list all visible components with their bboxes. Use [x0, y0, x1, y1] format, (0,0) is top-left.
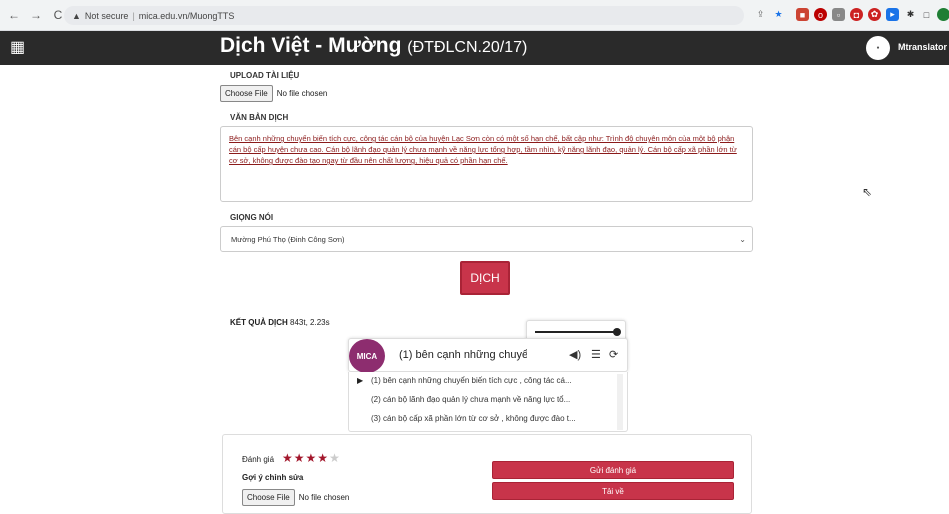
url-separator: | [132, 10, 135, 21]
playlist-item[interactable]: (2) cán bộ lãnh đạo quản lý chưa mạnh về… [371, 395, 570, 404]
browser-toolbar: ← → C ▲ Not secure | mica.edu.vn/MuongTT… [0, 0, 949, 31]
warning-icon: ▲ [72, 10, 81, 21]
playlist-icon[interactable]: ☰ [591, 348, 601, 361]
result-stats: 843t, 2.23s [290, 318, 330, 327]
playlist: ▶ (1) bên cạnh những chuyển biến tích cự… [348, 372, 628, 432]
url-text: mica.edu.vn/MuongTTS [138, 10, 235, 21]
title-code: (ĐTĐLCN.20/17) [407, 39, 528, 56]
volume-slider-handle[interactable] [613, 328, 621, 336]
playlist-item[interactable]: (1) bên cạnh những chuyển biến tích cực … [371, 376, 572, 385]
audio-player: MICA (1) bên cạnh những chuyển biế ◀︎) ☰… [348, 338, 628, 373]
suggest-file-row: Choose File No file chosen [242, 489, 349, 506]
extension-icon[interactable]: ▫ [832, 8, 845, 21]
extension-icon[interactable]: ▸ [886, 8, 899, 21]
avatar[interactable]: ● [866, 36, 890, 60]
playlist-scrollbar[interactable] [617, 374, 623, 430]
voice-selected: Mường Phú Thọ (Đinh Công Sơn) [231, 235, 345, 244]
forward-icon[interactable]: → [28, 7, 44, 23]
extension-icon[interactable]: o [814, 8, 827, 21]
back-icon[interactable]: ← [6, 7, 22, 23]
source-label: VĂN BẢN DỊCH [230, 113, 289, 122]
profile-icon[interactable] [937, 8, 949, 21]
download-button[interactable]: Tải về [492, 482, 734, 500]
mica-logo: MICA [349, 339, 385, 373]
translate-button[interactable]: DỊCH [460, 261, 510, 295]
suggest-label: Gợi ý chỉnh sửa [242, 473, 304, 482]
suggest-choose-file-button[interactable]: Choose File [242, 489, 295, 506]
volume-slider-track[interactable] [535, 331, 615, 333]
play-indicator-icon: ▶ [357, 376, 364, 385]
repeat-icon[interactable]: ⟳ [609, 348, 618, 361]
upload-file-row: Choose File No file chosen [220, 85, 327, 102]
extensions-puzzle-icon[interactable]: ✱ [904, 8, 917, 21]
result-label: KẾT QUẢ DỊCH 843t, 2.23s [230, 318, 330, 327]
upload-label: UPLOAD TÀI LIỆU [230, 71, 300, 80]
bookmark-star-icon[interactable]: ★ [772, 8, 785, 21]
file-status: No file chosen [276, 89, 328, 98]
volume-icon[interactable]: ◀︎) [569, 348, 581, 361]
site-header: ▦ Dịch Việt - Mường (ĐTĐLCN.20/17) ● Mtr… [0, 31, 949, 65]
address-bar[interactable]: ▲ Not secure | mica.edu.vn/MuongTTS [64, 6, 744, 25]
star-icon: ★ [305, 451, 318, 465]
chevron-down-icon: ⌄ [739, 235, 746, 244]
rating-stars[interactable]: ★★★★★ [282, 451, 341, 465]
sidebar-icon[interactable]: □ [920, 8, 933, 21]
result-label-text: KẾT QUẢ DỊCH [230, 318, 288, 327]
title-text: Dịch Việt - Mường [220, 34, 402, 57]
page-title: Dịch Việt - Mường (ĐTĐLCN.20/17) [220, 34, 527, 58]
extension-icon[interactable]: ■ [796, 8, 809, 21]
submit-rating-button[interactable]: Gửi đánh giá [492, 461, 734, 479]
now-playing-title: (1) bên cạnh những chuyển biế [399, 349, 527, 361]
security-label: Not secure [84, 10, 129, 21]
suggest-file-status: No file chosen [298, 493, 350, 502]
user-name[interactable]: Mtranslator [898, 42, 947, 52]
star-icon: ★ [282, 451, 294, 465]
share-icon[interactable]: ⇪ [754, 8, 767, 21]
playlist-item[interactable]: (3) cán bộ cấp xã phần lớn từ cơ sở , kh… [371, 414, 576, 423]
star-empty-icon: ★ [329, 451, 341, 465]
voice-label: GIỌNG NÓI [230, 213, 274, 222]
star-icon: ★ [317, 451, 330, 465]
source-textarea[interactable]: Bên cạnh những chuyển biến tích cực, côn… [220, 126, 753, 202]
extension-icon[interactable]: ✿ [868, 8, 881, 21]
document-translate-icon[interactable]: ▦ [10, 37, 32, 59]
choose-file-button[interactable]: Choose File [220, 85, 273, 102]
star-icon: ★ [293, 451, 306, 465]
voice-select[interactable]: Mường Phú Thọ (Đinh Công Sơn) ⌄ [220, 226, 753, 252]
mouse-cursor-icon: ⇖ [862, 185, 873, 199]
extension-icon[interactable]: ◘ [850, 8, 863, 21]
rating-label: Đánh giá [242, 455, 275, 464]
